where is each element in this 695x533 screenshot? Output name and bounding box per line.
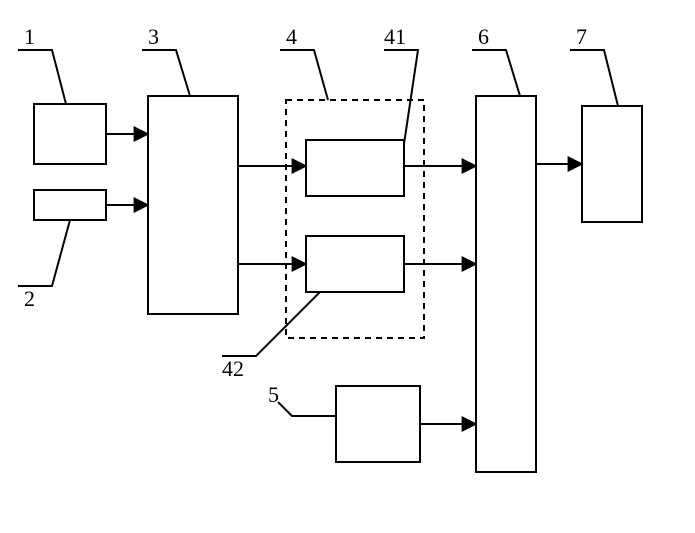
block-6 (476, 96, 536, 472)
block-7 (582, 106, 642, 222)
block-5 (336, 386, 420, 462)
label-3: 3 (148, 24, 159, 49)
block-4-group (286, 100, 424, 338)
label-1: 1 (24, 24, 35, 49)
leader-6 (472, 50, 520, 96)
block-42 (306, 236, 404, 292)
block-diagram: 1 2 3 4 41 42 5 6 7 (0, 0, 695, 533)
leader-5 (278, 402, 336, 416)
label-4: 4 (286, 24, 297, 49)
label-2: 2 (24, 286, 35, 311)
leader-4 (280, 50, 328, 100)
leader-7 (570, 50, 618, 106)
label-6: 6 (478, 24, 489, 49)
label-41: 41 (384, 24, 406, 49)
leader-2 (18, 220, 70, 286)
leader-3 (142, 50, 190, 96)
block-2 (34, 190, 106, 220)
block-3 (148, 96, 238, 314)
label-42: 42 (222, 356, 244, 381)
label-5: 5 (268, 382, 279, 407)
leader-1 (18, 50, 66, 104)
leader-41 (384, 50, 418, 144)
label-7: 7 (576, 24, 587, 49)
block-1 (34, 104, 106, 164)
block-41 (306, 140, 404, 196)
